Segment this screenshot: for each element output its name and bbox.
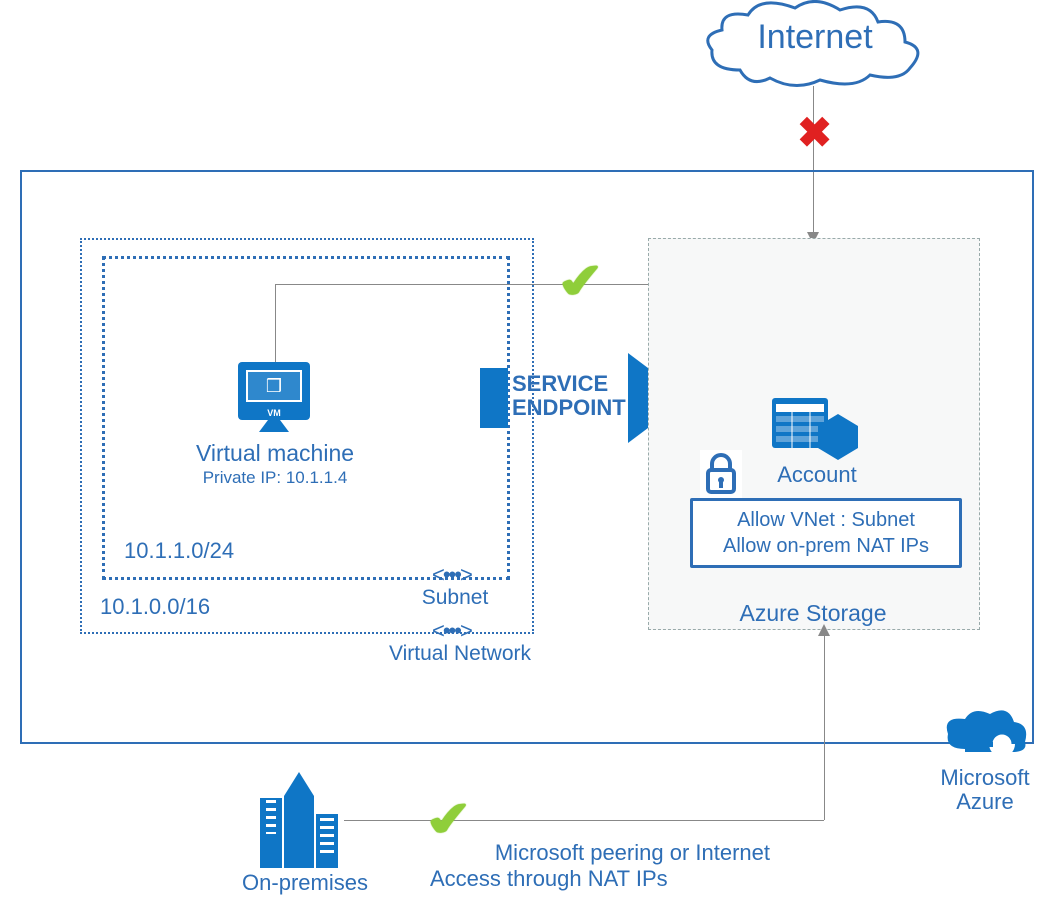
conn-onprem-right <box>344 820 824 821</box>
onprem-peering-line1: Microsoft peering or Internet <box>430 840 850 866</box>
vm-title: Virtual machine <box>160 440 390 467</box>
vm-icon: ❒ VM <box>238 362 310 420</box>
azure-brand-line1: Microsoft <box>930 766 1040 790</box>
service-endpoint-arrow: SERVICE ENDPOINT <box>480 368 508 428</box>
conn-onprem-up <box>824 634 825 820</box>
onprem-peering-line2: Access through NAT IPs <box>430 866 850 892</box>
service-endpoint-line2: ENDPOINT <box>512 396 626 420</box>
subnet-cidr: 10.1.1.0/24 <box>124 538 234 564</box>
onprem-label: On-premises <box>220 870 390 896</box>
azure-brand-line2: Azure <box>930 790 1040 814</box>
vm-private-ip: Private IP: 10.1.1.4 <box>160 468 390 488</box>
storage-account-label: Account <box>742 462 892 488</box>
acl-rule-1: Allow VNet : Subnet <box>701 507 951 533</box>
conn-vm-up <box>275 284 276 362</box>
lock-icon <box>700 450 742 498</box>
vnet-cidr: 10.1.0.0/16 <box>100 594 210 620</box>
azure-cloud-icon <box>940 704 1030 764</box>
deny-x-icon: ✖ <box>797 108 832 157</box>
onprem-icon <box>260 768 340 868</box>
service-endpoint-label: SERVICE ENDPOINT <box>512 372 626 420</box>
internet-cloud: Internet <box>700 0 930 90</box>
internet-label: Internet <box>700 18 930 57</box>
azure-storage-title: Azure Storage <box>648 600 978 627</box>
arrow-onprem-to-storage <box>818 624 830 636</box>
storage-account-icon <box>770 392 860 462</box>
service-endpoint-line1: SERVICE <box>512 372 626 396</box>
subnet-key-icon: <•••> <box>432 562 471 588</box>
onprem-peering-text: Microsoft peering or Internet Access thr… <box>430 840 850 892</box>
allow-check-vm-icon: ✔ <box>552 252 611 311</box>
arrow-body-icon <box>480 368 508 428</box>
vnet-label: Virtual Network <box>360 642 560 666</box>
vnet-key-icon: <•••> <box>432 618 471 644</box>
subnet-label: Subnet <box>390 586 520 610</box>
storage-acl-box: Allow VNet : Subnet Allow on-prem NAT IP… <box>690 498 962 568</box>
acl-rule-2: Allow on-prem NAT IPs <box>701 533 951 559</box>
azure-brand-label: Microsoft Azure <box>930 766 1040 814</box>
